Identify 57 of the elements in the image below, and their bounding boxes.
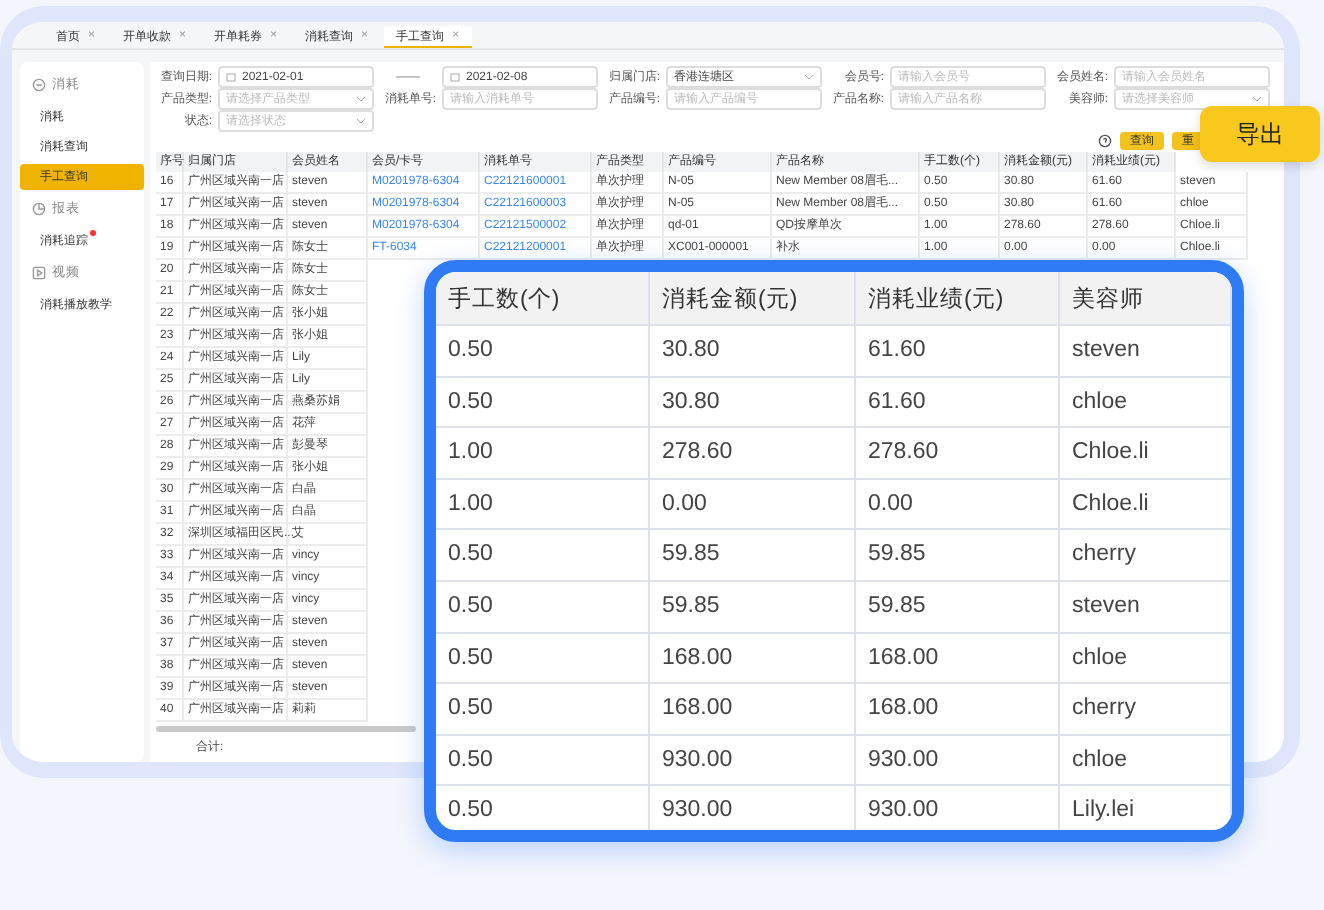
notification-dot [90,230,96,236]
table-cell: 59.85 [856,581,1060,634]
table-cell: 0.00 [650,479,856,531]
table-cell: cherry [1060,530,1232,582]
table-cell: Chloe.li [1060,428,1232,480]
export-callout: 导出 [1200,106,1320,162]
table-cell: 61.60 [856,377,1060,429]
calendar-icon [450,72,460,83]
table-cell: 59.85 [856,530,1060,582]
table-cell: 59.85 [650,581,856,634]
pie-chart-icon [32,202,46,216]
table-cell: 0.50 [436,326,650,378]
table-cell: 0.50 [436,377,650,429]
chevron-down-icon [1252,96,1262,103]
table-cell: steven [1060,326,1232,378]
table-cell: 0.50 [436,735,650,787]
table-cell: 0.50 [436,684,650,736]
table-cell: Lily.lei [1060,786,1232,830]
table-cell: 30.80 [650,326,856,378]
table-cell: 168.00 [650,684,856,736]
table-cell: 61.60 [856,326,1060,378]
table-cell: cherry [1060,684,1232,736]
table-cell: 278.60 [650,428,856,480]
table-cell: 1.00 [436,428,650,480]
table-cell: 930.00 [856,735,1060,787]
chevron-down-icon [356,96,366,103]
table-cell: 930.00 [650,735,856,787]
calendar-icon [226,72,236,83]
table-cell: 0.50 [436,581,650,634]
table-cell: 168.00 [650,633,856,685]
column-header: 消耗金额(元) [650,272,856,326]
table-cell: chloe [1060,735,1232,787]
column-header: 手工数(个) [436,272,650,326]
table-cell: steven [1060,581,1232,634]
table-cell: 0.50 [436,530,650,582]
table-cell: 168.00 [856,633,1060,685]
table-cell: 930.00 [856,786,1060,830]
table-cell: 30.80 [650,377,856,429]
help-icon[interactable] [1098,134,1112,149]
minus-circle-icon [32,78,46,92]
chevron-down-icon [356,118,366,125]
table-cell: 0.00 [856,479,1060,531]
table-cell: 278.60 [856,428,1060,480]
table-cell: 1.00 [436,479,650,531]
chevron-down-icon [804,74,814,81]
table-cell: 930.00 [650,786,856,830]
table-cell: Chloe.li [1060,479,1232,531]
column-header: 美容师 [1060,272,1232,326]
table-cell: 168.00 [856,684,1060,736]
table-cell: chloe [1060,377,1232,429]
table-cell: 0.50 [436,633,650,685]
scrollbar[interactable] [156,725,416,733]
column-header: 消耗业绩(元) [856,272,1060,326]
table-cell: chloe [1060,633,1232,685]
table-cell: 0.50 [436,786,650,830]
table-cell: 59.85 [650,530,856,582]
play-icon [32,266,46,280]
